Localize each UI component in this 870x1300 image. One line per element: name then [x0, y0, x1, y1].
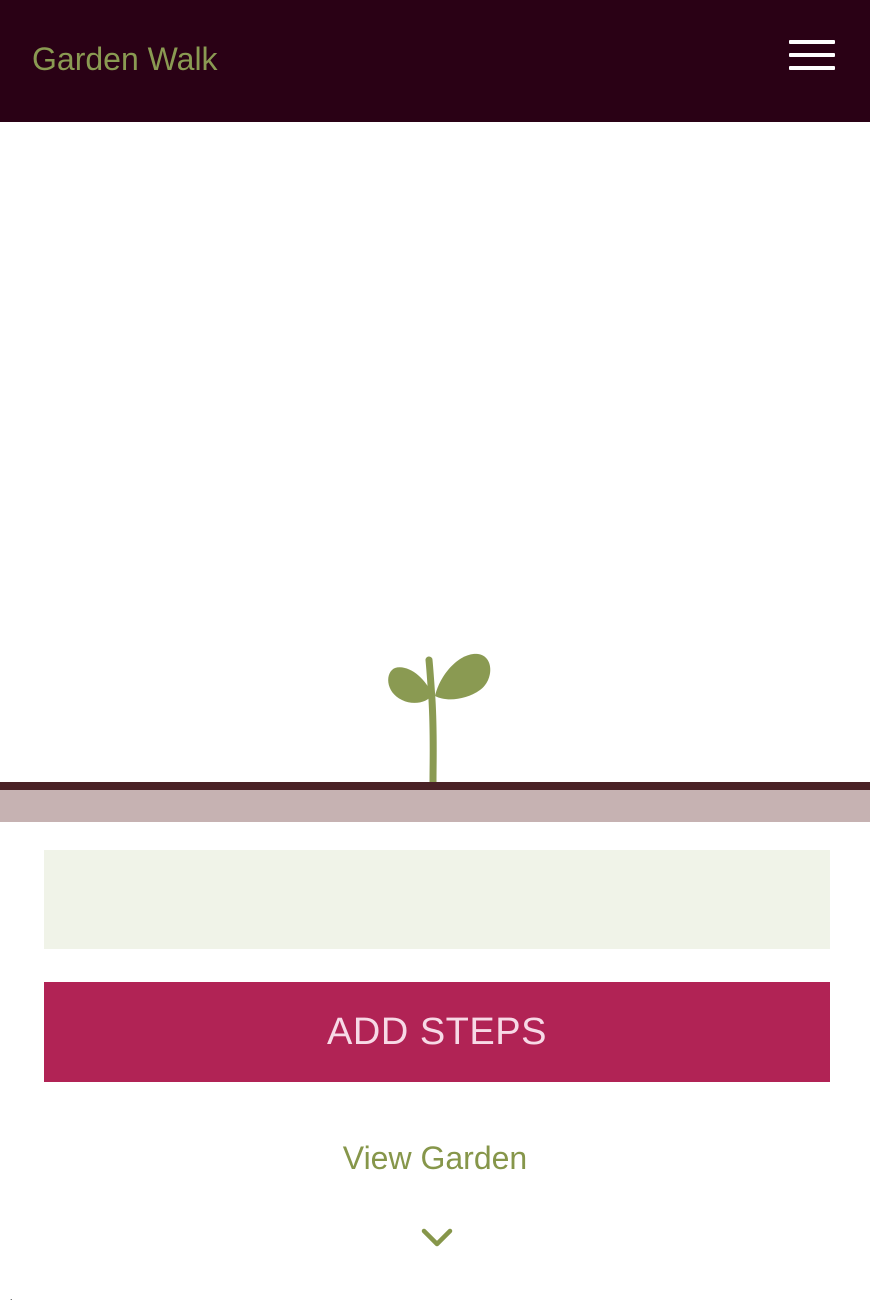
menu-bar-middle [789, 53, 835, 57]
soil-line [0, 782, 870, 790]
view-garden-link[interactable]: View Garden [0, 1138, 870, 1178]
top-nav-bar: Garden Walk [0, 0, 870, 122]
menu-bar-bottom [789, 66, 835, 70]
add-steps-button[interactable]: ADD STEPS [44, 982, 830, 1082]
menu-bar-top [789, 40, 835, 44]
window-corner [0, 1288, 14, 1300]
app-title[interactable]: Garden Walk [32, 40, 218, 78]
soil-band [0, 790, 870, 822]
sprout-icon [388, 653, 491, 785]
chevron-down-icon[interactable] [420, 1226, 454, 1250]
hamburger-menu-icon[interactable] [786, 36, 838, 76]
steps-input[interactable] [44, 850, 830, 949]
